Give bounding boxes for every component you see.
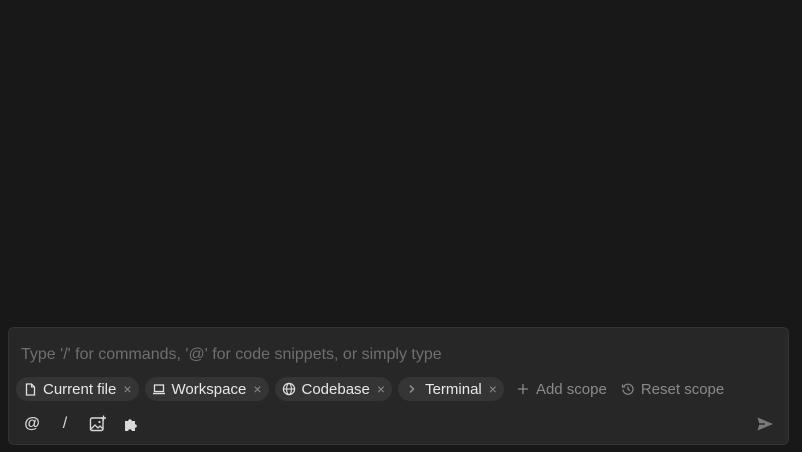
close-icon[interactable]: × <box>123 382 131 396</box>
laptop-icon <box>152 382 166 396</box>
composer-toolbar: @ / <box>21 414 153 434</box>
scope-chip-label: Terminal <box>425 380 482 398</box>
extensions-button[interactable] <box>120 414 142 434</box>
puzzle-icon <box>122 416 140 432</box>
send-icon <box>756 416 774 432</box>
scope-chip-current-file[interactable]: Current file × <box>16 377 139 401</box>
add-scope-button[interactable]: Add scope <box>516 377 607 401</box>
close-icon[interactable]: × <box>489 382 497 396</box>
close-icon[interactable]: × <box>253 382 261 396</box>
scope-chip-workspace[interactable]: Workspace × <box>144 377 269 401</box>
scope-chip-label: Current file <box>43 380 117 398</box>
conversation-area <box>0 0 802 326</box>
scope-chip-terminal[interactable]: Terminal × <box>398 377 504 401</box>
plus-icon <box>516 382 530 396</box>
chat-panel: Type '/' for commands, '@' for code snip… <box>0 0 802 452</box>
image-upload-button[interactable] <box>87 414 109 434</box>
image-add-icon <box>89 415 107 433</box>
scope-bar: Current file × Workspace × Codebase × Te… <box>16 377 732 401</box>
add-scope-label: Add scope <box>535 380 607 398</box>
mention-button[interactable]: @ <box>21 414 43 434</box>
scope-chip-label: Workspace <box>171 380 247 398</box>
reset-scope-button[interactable]: Reset scope <box>621 377 724 401</box>
chat-input[interactable]: Type '/' for commands, '@' for code snip… <box>21 344 761 366</box>
file-icon <box>23 382 37 396</box>
history-icon <box>621 382 635 396</box>
reset-scope-label: Reset scope <box>640 380 725 398</box>
terminal-chevron-icon <box>405 382 419 396</box>
scope-chip-label: Codebase <box>301 380 370 398</box>
send-button[interactable] <box>754 414 776 434</box>
scope-chip-codebase[interactable]: Codebase × <box>274 377 393 401</box>
close-icon[interactable]: × <box>377 382 385 396</box>
command-button[interactable]: / <box>54 414 76 434</box>
chat-composer[interactable]: Type '/' for commands, '@' for code snip… <box>8 327 789 445</box>
globe-icon <box>282 382 296 396</box>
